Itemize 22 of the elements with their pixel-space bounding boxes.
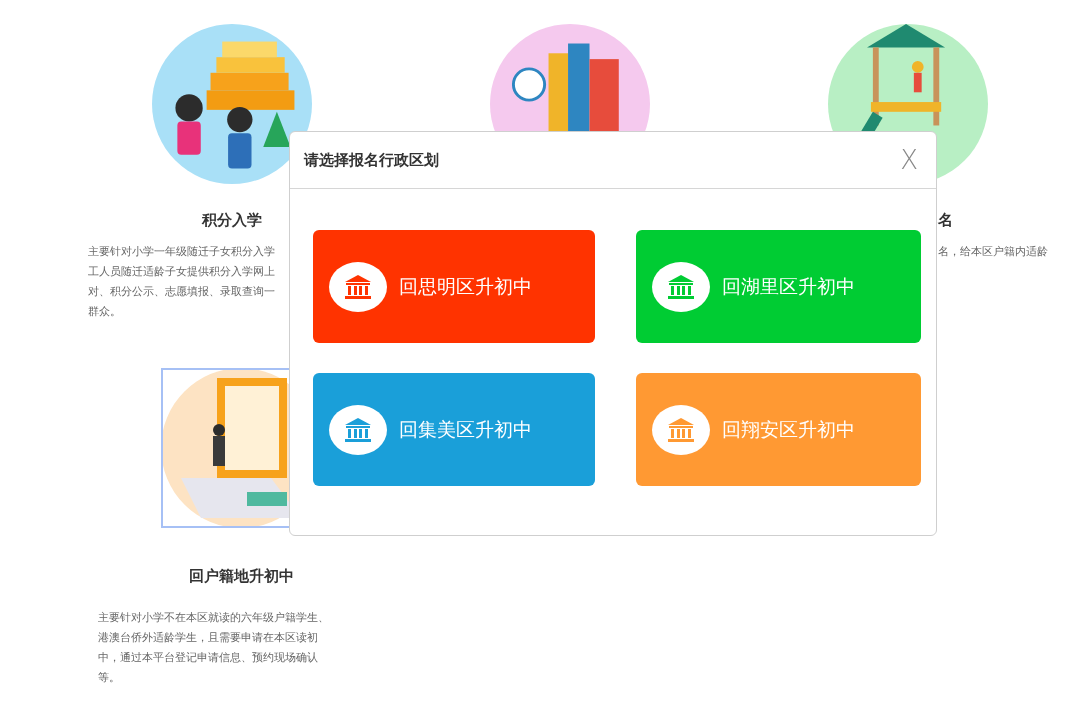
description-line: 中，通过本平台登记申请信息、预约现场确认: [98, 650, 319, 666]
bank-icon: [667, 272, 695, 301]
description-line: 名，给本区户籍内适龄: [938, 244, 1048, 260]
district-button[interactable]: 回思明区升初中: [313, 230, 595, 343]
modal-title: 请选择报名行政区划: [304, 150, 439, 170]
description-line: 群众。: [88, 304, 122, 320]
card-title: 积分入学: [202, 210, 262, 230]
card-title: 名: [938, 210, 953, 230]
district-button[interactable]: 回湖里区升初中: [636, 230, 921, 343]
description-line: 等。: [98, 670, 121, 686]
bank-icon: [344, 415, 372, 444]
bank-icon: [344, 272, 372, 301]
description-line: 主要针对小学不在本区就读的六年级户籍学生、: [98, 610, 330, 626]
description-line: 对、积分公示、志愿填报、录取查询一: [88, 284, 275, 300]
bank-icon: [667, 415, 695, 444]
description-line: 港澳台侨外适龄学生，且需要申请在本区读初: [98, 630, 319, 646]
description-line: 工人员随迁适龄子女提供积分入学网上: [88, 264, 275, 280]
district-button[interactable]: 回集美区升初中: [313, 373, 595, 486]
district-button[interactable]: 回翔安区升初中: [636, 373, 921, 486]
close-button[interactable]: X: [900, 145, 918, 175]
description-line: 主要针对小学一年级随迁子女积分入学: [88, 244, 275, 260]
card-title: 回户籍地升初中: [188, 566, 294, 586]
